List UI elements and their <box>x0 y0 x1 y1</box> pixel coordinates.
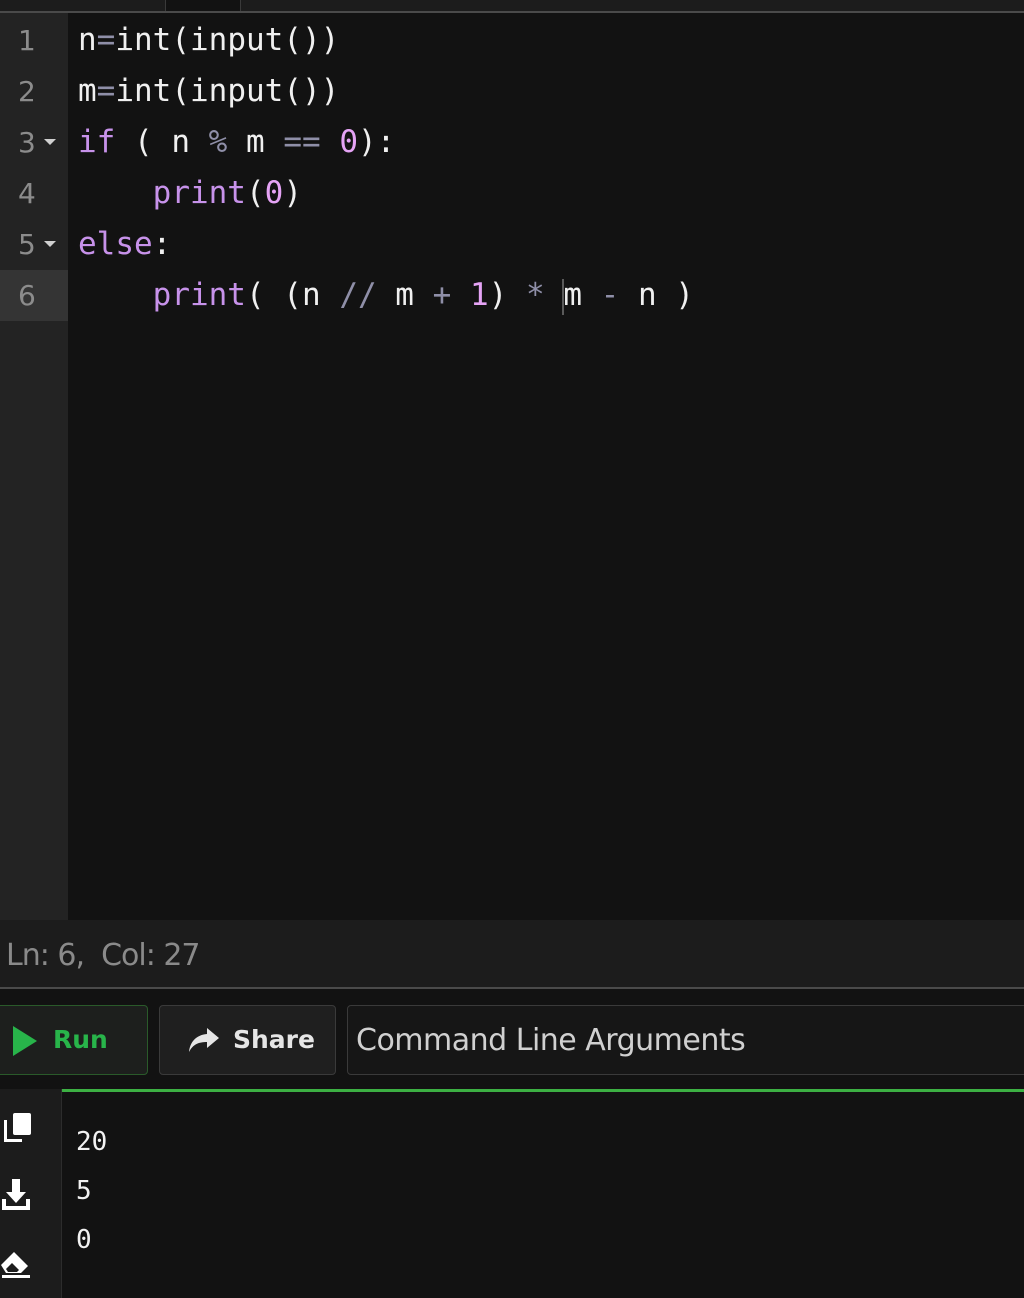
line-number: 2 <box>18 75 36 108</box>
token-builtin: print <box>152 277 246 313</box>
code-line-3[interactable]: if ( n % m == 0): <box>78 117 395 168</box>
token-builtin: print <box>152 175 246 211</box>
run-button-label: Run <box>53 1025 108 1054</box>
token-operator: // <box>339 277 377 313</box>
token-colon: : <box>152 226 172 262</box>
token-variable: m <box>376 277 433 313</box>
active-file-tab[interactable] <box>165 0 241 11</box>
token-number: 1 <box>451 277 489 313</box>
token-operator: == <box>264 124 340 160</box>
editor-status-bar: Ln: 6, Col: 27 <box>0 920 1024 989</box>
code-line-6[interactable]: print( (n // m + 1) * m - n ) <box>78 270 694 321</box>
gutter-line-3: 3 <box>0 117 68 168</box>
token-paren: ): <box>358 124 396 160</box>
line-number: 3 <box>18 126 36 159</box>
code-editor[interactable]: 1 2 3 4 5 6 n=int(input()) m=int(input() <box>0 13 1024 920</box>
token-variable: n <box>78 22 97 58</box>
gutter-line-6-active: 6 <box>0 270 68 321</box>
token-call: int(input()) <box>115 73 340 109</box>
code-line-1[interactable]: n=int(input()) <box>78 15 339 66</box>
token-number: 0 <box>264 175 284 211</box>
token-variable: n ) <box>619 277 694 313</box>
line-number: 6 <box>18 279 36 312</box>
editor-tab-strip <box>0 0 1024 13</box>
output-panel: 20 5 0 <box>0 1089 1024 1298</box>
play-icon <box>13 1026 37 1056</box>
line-number: 4 <box>18 177 36 210</box>
output-line: 20 <box>76 1127 108 1157</box>
token-operator: - <box>600 277 620 313</box>
run-button[interactable]: Run <box>0 1005 148 1075</box>
run-toolbar: Run Share <box>0 989 1024 1089</box>
token-operator: = <box>96 73 116 109</box>
token-keyword: if <box>78 124 116 160</box>
gutter-line-2: 2 <box>0 66 68 117</box>
token-variable: n <box>171 124 190 160</box>
share-button[interactable]: Share <box>159 1005 336 1075</box>
gutter-line-4: 4 <box>0 168 68 219</box>
code-line-4[interactable]: print(0) <box>78 168 302 219</box>
download-icon[interactable] <box>0 1175 40 1215</box>
token-paren: ( (n <box>245 277 340 313</box>
line-number: 5 <box>18 228 36 261</box>
share-arrow-icon <box>189 1028 219 1052</box>
chevron-down-icon[interactable] <box>44 139 56 145</box>
token-operator: = <box>96 22 116 58</box>
share-button-label: Share <box>233 1025 315 1054</box>
code-line-2[interactable]: m=int(input()) <box>78 66 339 117</box>
token-call: int(input()) <box>115 22 340 58</box>
token-keyword: else <box>78 226 153 262</box>
token-variable: m <box>563 277 601 313</box>
token-paren: ( <box>115 124 172 160</box>
copy-icon[interactable] <box>0 1111 40 1147</box>
cursor-position: Ln: 6, Col: 27 <box>6 938 201 973</box>
code-line-5[interactable]: else: <box>78 219 171 270</box>
token-operator: + <box>432 277 452 313</box>
line-number-gutter: 1 2 3 4 5 6 <box>0 13 68 920</box>
gutter-line-1: 1 <box>0 15 68 66</box>
token-paren: ( <box>245 175 265 211</box>
output-line: 5 <box>76 1176 92 1206</box>
chevron-down-icon[interactable] <box>44 241 56 247</box>
command-line-arguments-input[interactable] <box>347 1005 1024 1075</box>
token-variable: m <box>78 73 97 109</box>
token-operator: * <box>525 277 545 313</box>
output-terminal[interactable]: 20 5 0 <box>62 1089 1024 1298</box>
online-python-ide: 1 2 3 4 5 6 n=int(input()) m=int(input() <box>0 0 1024 1298</box>
token-number: 0 <box>339 124 358 160</box>
output-side-toolbar <box>0 1089 62 1298</box>
token-paren: ) <box>488 277 526 313</box>
output-line: 0 <box>76 1225 92 1255</box>
token-variable: m <box>246 124 265 160</box>
token-operator: % <box>190 124 246 160</box>
gutter-line-5: 5 <box>0 219 68 270</box>
token-paren: ) <box>283 175 302 211</box>
line-number: 1 <box>18 24 36 57</box>
eraser-icon[interactable] <box>0 1245 40 1281</box>
